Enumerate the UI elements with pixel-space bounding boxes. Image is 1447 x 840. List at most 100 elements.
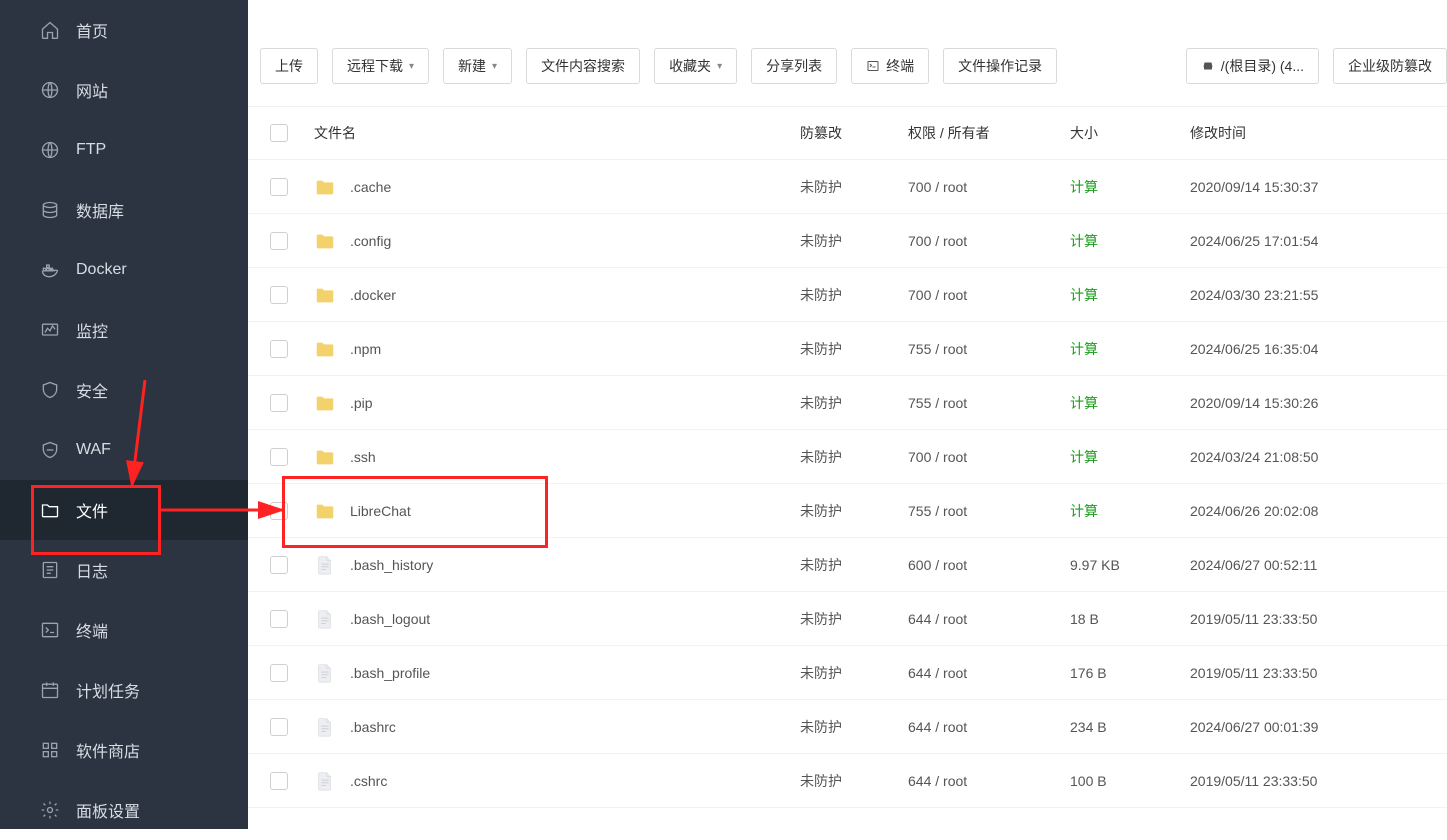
column-header-protect[interactable]: 防篡改 bbox=[800, 123, 908, 143]
sidebar-item-website[interactable]: 网站 bbox=[0, 60, 248, 120]
table-row[interactable]: .bash_profile未防护644 / root176 B2019/05/1… bbox=[248, 646, 1447, 700]
file-name[interactable]: .bash_logout bbox=[350, 611, 430, 627]
sidebar-item-appstore[interactable]: 软件商店 bbox=[0, 720, 248, 780]
column-header-perm[interactable]: 权限 / 所有者 bbox=[908, 123, 1070, 143]
row-checkbox[interactable] bbox=[270, 502, 288, 520]
file-name[interactable]: LibreChat bbox=[350, 503, 411, 519]
file-perm: 700 / root bbox=[908, 449, 1070, 465]
file-size[interactable]: 计算 bbox=[1070, 285, 1190, 305]
terminal-button[interactable]: 终端 bbox=[851, 48, 929, 84]
file-name[interactable]: .cshrc bbox=[350, 773, 387, 789]
tamper-button[interactable]: 企业级防篡改 bbox=[1333, 48, 1447, 84]
folder-icon bbox=[40, 500, 60, 520]
folder-icon bbox=[314, 500, 336, 522]
select-all-checkbox[interactable] bbox=[270, 124, 288, 142]
sidebar-item-security[interactable]: 安全 bbox=[0, 360, 248, 420]
file-size[interactable]: 计算 bbox=[1070, 231, 1190, 251]
file-name[interactable]: .bash_profile bbox=[350, 665, 430, 681]
table-row[interactable]: .pip未防护755 / root计算2020/09/14 15:30:26 bbox=[248, 376, 1447, 430]
sidebar-item-settings[interactable]: 面板设置 bbox=[0, 780, 248, 840]
file-name[interactable]: .npm bbox=[350, 341, 381, 357]
file-icon bbox=[314, 608, 336, 630]
sidebar-item-cron[interactable]: 计划任务 bbox=[0, 660, 248, 720]
button-label: 远程下载 bbox=[347, 56, 403, 76]
file-name[interactable]: .bashrc bbox=[350, 719, 396, 735]
table-row[interactable]: .bash_logout未防护644 / root18 B2019/05/11 … bbox=[248, 592, 1447, 646]
remote-download-button[interactable]: 远程下载▾ bbox=[332, 48, 429, 84]
table-row[interactable]: .ssh未防护700 / root计算2024/03/24 21:08:50 bbox=[248, 430, 1447, 484]
sidebar-item-logs[interactable]: 日志 bbox=[0, 540, 248, 600]
file-size[interactable]: 计算 bbox=[1070, 447, 1190, 467]
sidebar-item-label: 网站 bbox=[76, 78, 108, 102]
log-icon bbox=[40, 560, 60, 580]
table-row[interactable]: .config未防护700 / root计算2024/06/25 17:01:5… bbox=[248, 214, 1447, 268]
file-size[interactable]: 计算 bbox=[1070, 339, 1190, 359]
disk-icon bbox=[1201, 60, 1215, 72]
sidebar-item-database[interactable]: 数据库 bbox=[0, 180, 248, 240]
table-row[interactable]: .bashrc未防护644 / root234 B2024/06/27 00:0… bbox=[248, 700, 1447, 754]
sidebar-item-monitor[interactable]: 监控 bbox=[0, 300, 248, 360]
row-checkbox[interactable] bbox=[270, 340, 288, 358]
globe-icon bbox=[40, 80, 60, 100]
table-row[interactable]: .npm未防护755 / root计算2024/06/25 16:35:04 bbox=[248, 322, 1447, 376]
file-protect: 未防护 bbox=[800, 555, 908, 575]
file-size[interactable]: 计算 bbox=[1070, 501, 1190, 521]
sidebar-item-waf[interactable]: WAF bbox=[0, 420, 248, 480]
table-row[interactable]: LibreChat未防护755 / root计算2024/06/26 20:02… bbox=[248, 484, 1447, 538]
file-perm: 644 / root bbox=[908, 719, 1070, 735]
table-row[interactable]: .cshrc未防护644 / root100 B2019/05/11 23:33… bbox=[248, 754, 1447, 808]
file-name[interactable]: .pip bbox=[350, 395, 373, 411]
content-search-button[interactable]: 文件内容搜索 bbox=[526, 48, 640, 84]
sidebar-item-files[interactable]: 文件 bbox=[0, 480, 248, 540]
sidebar-item-docker[interactable]: Docker bbox=[0, 240, 248, 300]
row-checkbox[interactable] bbox=[270, 718, 288, 736]
file-name[interactable]: .docker bbox=[350, 287, 396, 303]
file-protect: 未防护 bbox=[800, 501, 908, 521]
file-size[interactable]: 计算 bbox=[1070, 393, 1190, 413]
table-row[interactable]: .bash_history未防护600 / root9.97 KB2024/06… bbox=[248, 538, 1447, 592]
favorites-button[interactable]: 收藏夹▾ bbox=[654, 48, 737, 84]
row-checkbox[interactable] bbox=[270, 772, 288, 790]
sidebar-item-label: Docker bbox=[76, 261, 127, 279]
docker-icon bbox=[40, 260, 60, 280]
sidebar-item-ftp[interactable]: FTP bbox=[0, 120, 248, 180]
file-size[interactable]: 计算 bbox=[1070, 177, 1190, 197]
file-name[interactable]: .config bbox=[350, 233, 391, 249]
row-checkbox[interactable] bbox=[270, 448, 288, 466]
row-checkbox[interactable] bbox=[270, 556, 288, 574]
file-protect: 未防护 bbox=[800, 339, 908, 359]
file-perm: 644 / root bbox=[908, 665, 1070, 681]
path-button[interactable]: /(根目录) (4... bbox=[1186, 48, 1319, 84]
column-header-mtime[interactable]: 修改时间 bbox=[1190, 123, 1390, 143]
file-name[interactable]: .ssh bbox=[350, 449, 376, 465]
op-log-button[interactable]: 文件操作记录 bbox=[943, 48, 1057, 84]
row-checkbox[interactable] bbox=[270, 178, 288, 196]
file-protect: 未防护 bbox=[800, 717, 908, 737]
column-header-size[interactable]: 大小 bbox=[1070, 123, 1190, 143]
folder-icon bbox=[314, 284, 336, 306]
button-label: /(根目录) (4... bbox=[1221, 56, 1304, 76]
table-header: 文件名 防篡改 权限 / 所有者 大小 修改时间 bbox=[248, 106, 1447, 160]
sidebar-item-terminal[interactable]: 终端 bbox=[0, 600, 248, 660]
file-mtime: 2020/09/14 15:30:37 bbox=[1190, 179, 1390, 195]
file-name[interactable]: .bash_history bbox=[350, 557, 433, 573]
chevron-down-icon: ▾ bbox=[717, 61, 722, 72]
table-row[interactable]: .docker未防护700 / root计算2024/03/30 23:21:5… bbox=[248, 268, 1447, 322]
row-checkbox[interactable] bbox=[270, 394, 288, 412]
row-checkbox[interactable] bbox=[270, 664, 288, 682]
row-checkbox[interactable] bbox=[270, 610, 288, 628]
upload-button[interactable]: 上传 bbox=[260, 48, 318, 84]
table-row[interactable]: .cache未防护700 / root计算2020/09/14 15:30:37 bbox=[248, 160, 1447, 214]
folder-icon bbox=[314, 338, 336, 360]
file-size: 234 B bbox=[1070, 719, 1190, 735]
new-button[interactable]: 新建▾ bbox=[443, 48, 512, 84]
file-name[interactable]: .cache bbox=[350, 179, 391, 195]
row-checkbox[interactable] bbox=[270, 232, 288, 250]
column-header-name[interactable]: 文件名 bbox=[310, 123, 800, 143]
file-mtime: 2020/09/14 15:30:26 bbox=[1190, 395, 1390, 411]
file-perm: 600 / root bbox=[908, 557, 1070, 573]
sidebar-item-home[interactable]: 首页 bbox=[0, 0, 248, 60]
home-icon bbox=[40, 20, 60, 40]
share-list-button[interactable]: 分享列表 bbox=[751, 48, 837, 84]
row-checkbox[interactable] bbox=[270, 286, 288, 304]
